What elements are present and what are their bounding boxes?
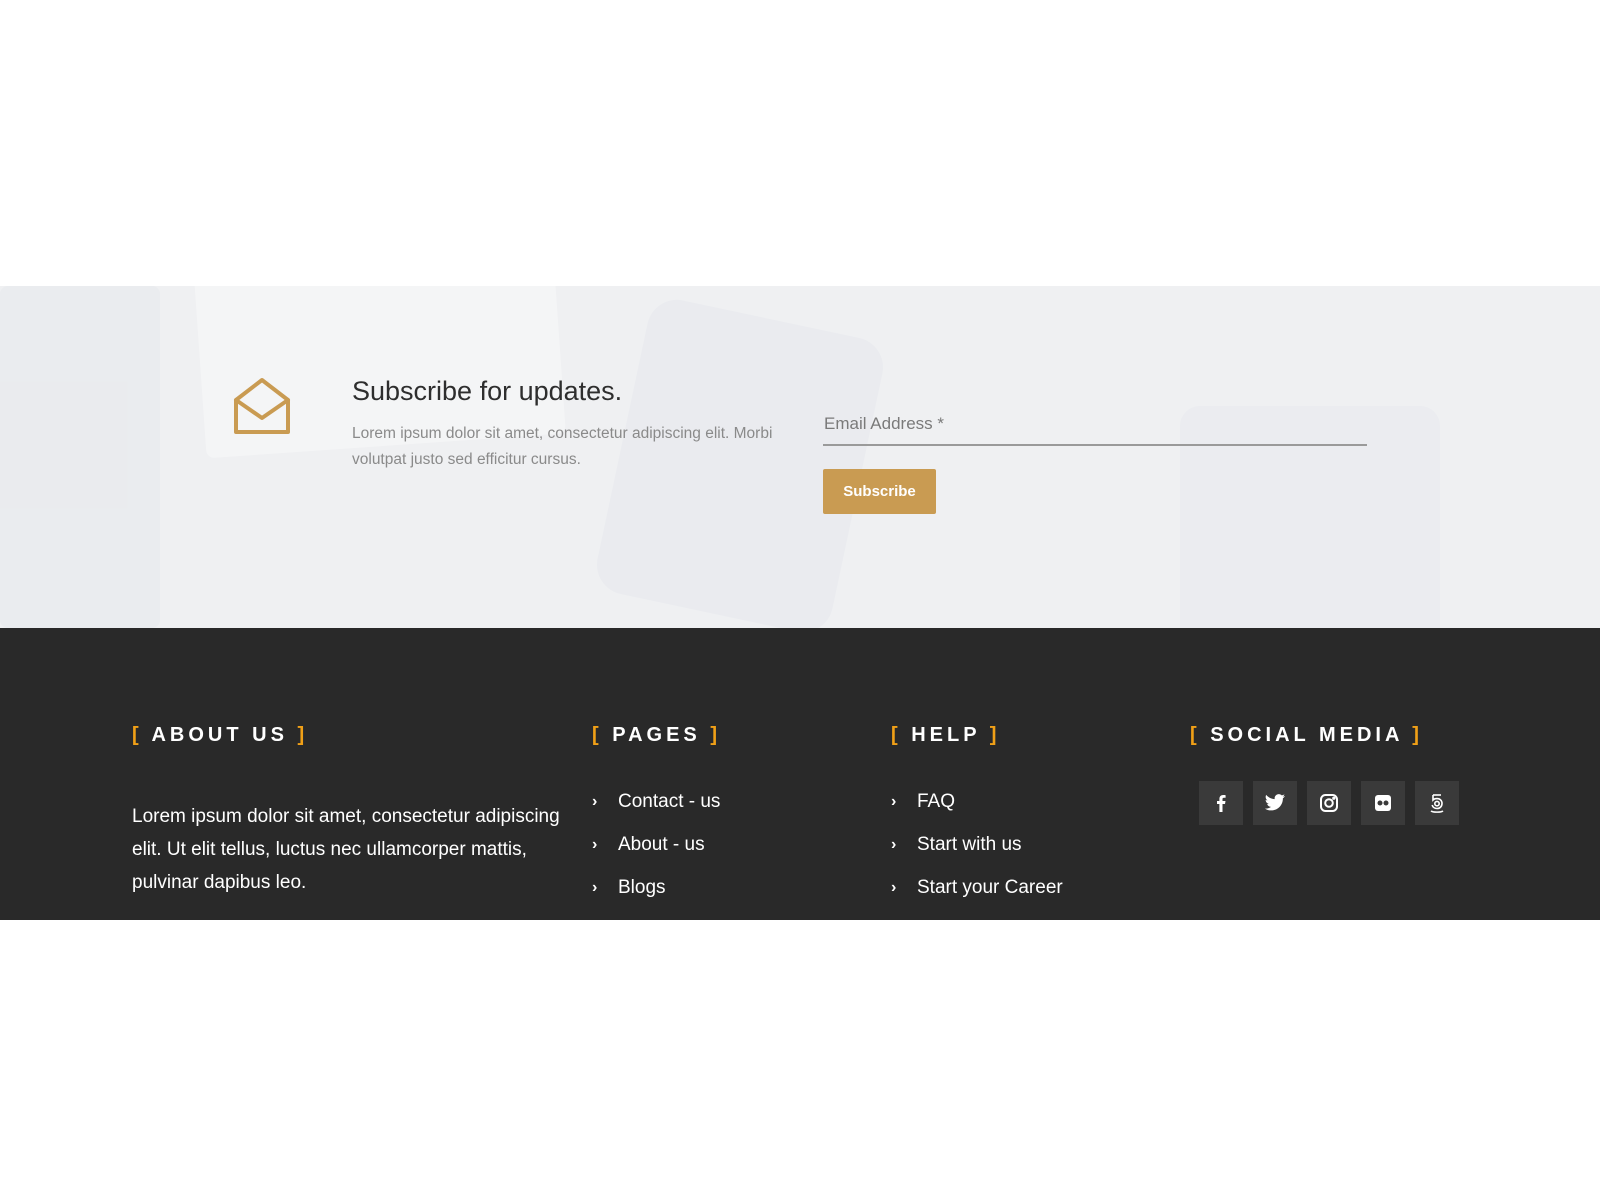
chevron-right-icon: › <box>592 835 598 853</box>
bottom-blank-area <box>0 920 1600 1200</box>
footer-link-contact-us[interactable]: › Contact - us <box>592 780 720 823</box>
flickr-icon[interactable] <box>1361 781 1405 825</box>
subscribe-section <box>0 286 1600 628</box>
chevron-right-icon: › <box>592 878 598 896</box>
envelope-open-icon <box>232 376 292 436</box>
chevron-right-icon: › <box>891 878 897 896</box>
social-icons-row <box>1199 781 1459 825</box>
chevron-right-icon: › <box>891 835 897 853</box>
instagram-icon[interactable] <box>1307 781 1351 825</box>
footer-link-blogs[interactable]: › Blogs <box>592 866 720 909</box>
background-decoration <box>0 286 160 628</box>
facebook-icon[interactable] <box>1199 781 1243 825</box>
500px-icon[interactable] <box>1415 781 1459 825</box>
help-heading: [ HELP ] <box>891 724 1001 746</box>
top-blank-area <box>0 0 1600 286</box>
chevron-right-icon: › <box>592 792 598 810</box>
site-footer: [ ABOUT US ] Lorem ipsum dolor sit amet,… <box>0 628 1600 920</box>
email-input[interactable] <box>823 404 1367 446</box>
pages-link-list: › Contact - us › About - us › Blogs <box>592 780 720 909</box>
footer-link-about-us[interactable]: › About - us <box>592 823 720 866</box>
footer-link-start-your-career[interactable]: › Start your Career <box>891 866 1063 909</box>
subscribe-description: Lorem ipsum dolor sit amet, consectetur … <box>352 425 773 468</box>
footer-link-faq[interactable]: › FAQ <box>891 780 1063 823</box>
about-text: Lorem ipsum dolor sit amet, consectetur … <box>132 806 560 893</box>
chevron-right-icon: › <box>891 792 897 810</box>
footer-link-start-with-us[interactable]: › Start with us <box>891 823 1063 866</box>
pages-heading: [ PAGES ] <box>592 724 721 746</box>
twitter-icon[interactable] <box>1253 781 1297 825</box>
about-heading: [ ABOUT US ] <box>132 724 309 746</box>
help-link-list: › FAQ › Start with us › Start your Career <box>891 780 1063 909</box>
social-media-heading: [ SOCIAL MEDIA ] <box>1190 724 1423 746</box>
subscribe-button[interactable]: Subscribe <box>823 469 936 514</box>
subscribe-title: Subscribe for updates. <box>352 376 623 406</box>
